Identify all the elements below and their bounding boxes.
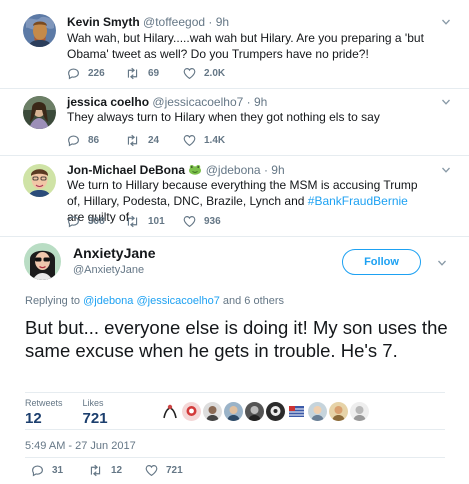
reply-count: 86 [88, 135, 100, 146]
author-handle[interactable]: @AnxietyJane [73, 264, 144, 276]
divider [25, 457, 445, 458]
retweet-button[interactable]: 69 [125, 67, 183, 80]
like-button[interactable]: 936 [183, 215, 241, 228]
retweet-count: 101 [148, 216, 165, 227]
liker-avatar[interactable] [224, 402, 243, 421]
chevron-down-icon[interactable] [441, 97, 451, 107]
liker-avatar[interactable] [329, 402, 348, 421]
retweet-icon [125, 134, 140, 147]
hashtag-link[interactable]: #BankFraudBernie [308, 194, 408, 208]
retweet-count: 24 [148, 135, 160, 146]
retweets-value: 12 [25, 410, 42, 427]
tweet-text: Wah wah, but Hilary.....wah wah but Hila… [67, 31, 424, 61]
replying-suffix[interactable]: and 6 others [220, 295, 284, 307]
liker-avatar[interactable] [266, 402, 285, 421]
heart-icon [183, 134, 196, 147]
liker-avatar[interactable] [203, 402, 222, 421]
author-handle[interactable]: @toffeegod · 9h [143, 15, 229, 29]
replying-to: Replying to @jdebona @jessicacoelho7 and… [25, 295, 284, 307]
liker-avatar[interactable] [182, 402, 201, 421]
like-count: 721 [166, 465, 183, 476]
tweet-text: They always turn to Hilary when they got… [67, 110, 380, 124]
retweet-icon [125, 215, 140, 228]
like-count: 1.4K [204, 135, 226, 146]
liker-avatar[interactable] [308, 402, 327, 421]
follow-button[interactable]: Follow [342, 249, 421, 275]
likes-label: Likes [82, 398, 104, 408]
divider [0, 236, 469, 237]
replying-prefix: Replying to [25, 295, 84, 307]
reply-count: 308 [88, 216, 105, 227]
author-name[interactable]: Kevin Smyth [67, 15, 140, 29]
divider [25, 429, 445, 430]
liker-avatar[interactable] [287, 402, 306, 421]
chevron-down-icon[interactable] [441, 17, 451, 27]
author-name[interactable]: Jon-Michael DeBona [67, 163, 185, 177]
retweet-button[interactable]: 24 [125, 134, 183, 147]
author-name[interactable]: AnxietyJane [73, 245, 155, 261]
retweet-icon [88, 464, 103, 477]
author-handle[interactable]: @jessicacoelho7 · 9h [152, 95, 267, 109]
divider [0, 88, 469, 89]
reply-icon [67, 215, 80, 228]
reply-icon [31, 464, 44, 477]
reply-icon [67, 67, 80, 80]
retweets-label: Retweets [25, 398, 63, 408]
likes-value: 721 [82, 410, 108, 427]
author-name[interactable]: jessica coelho [67, 95, 149, 109]
avatar[interactable] [23, 14, 56, 47]
author-handle[interactable]: @jdebona · 9h [206, 163, 285, 177]
retweet-count: 12 [111, 465, 123, 476]
mention-link[interactable]: @jdebona [83, 295, 133, 307]
like-button[interactable]: 1.4K [183, 134, 241, 147]
tweet-timestamp[interactable]: 5:49 AM - 27 Jun 2017 [25, 440, 136, 452]
heart-icon [183, 215, 196, 228]
reply-button[interactable]: 226 [67, 67, 125, 80]
heart-icon [145, 464, 158, 477]
mention-link[interactable]: @jessicacoelho7 [136, 295, 219, 307]
chevron-down-icon[interactable] [441, 165, 451, 175]
liker-avatars [161, 402, 371, 421]
liker-avatar[interactable] [245, 402, 264, 421]
retweets-stat[interactable]: Retweets 12 [25, 398, 63, 427]
liker-avatar[interactable] [350, 402, 369, 421]
like-button[interactable]: 721 [145, 464, 202, 477]
reply-count: 226 [88, 68, 105, 79]
liker-avatar[interactable] [161, 402, 180, 421]
like-count: 936 [204, 216, 221, 227]
like-count: 2.0K [204, 68, 226, 79]
avatar[interactable] [23, 164, 56, 197]
divider [0, 155, 469, 156]
reply-button[interactable]: 308 [67, 215, 125, 228]
chevron-down-icon[interactable] [437, 258, 447, 268]
retweet-button[interactable]: 12 [88, 464, 145, 477]
reply-button[interactable]: 86 [67, 134, 125, 147]
like-button[interactable]: 2.0K [183, 67, 241, 80]
reply-count: 31 [52, 465, 64, 476]
retweet-count: 69 [148, 68, 160, 79]
reply-button[interactable]: 31 [31, 464, 88, 477]
frog-emoji-icon [188, 164, 202, 178]
divider [25, 392, 445, 393]
reply-icon [67, 134, 80, 147]
retweet-button[interactable]: 101 [125, 215, 183, 228]
likes-stat[interactable]: Likes 721 [83, 398, 108, 427]
heart-icon [183, 67, 196, 80]
avatar[interactable] [24, 243, 61, 280]
main-tweet-text: But but... everyone else is doing it! My… [25, 317, 448, 361]
retweet-icon [125, 67, 140, 80]
avatar[interactable] [23, 96, 56, 129]
